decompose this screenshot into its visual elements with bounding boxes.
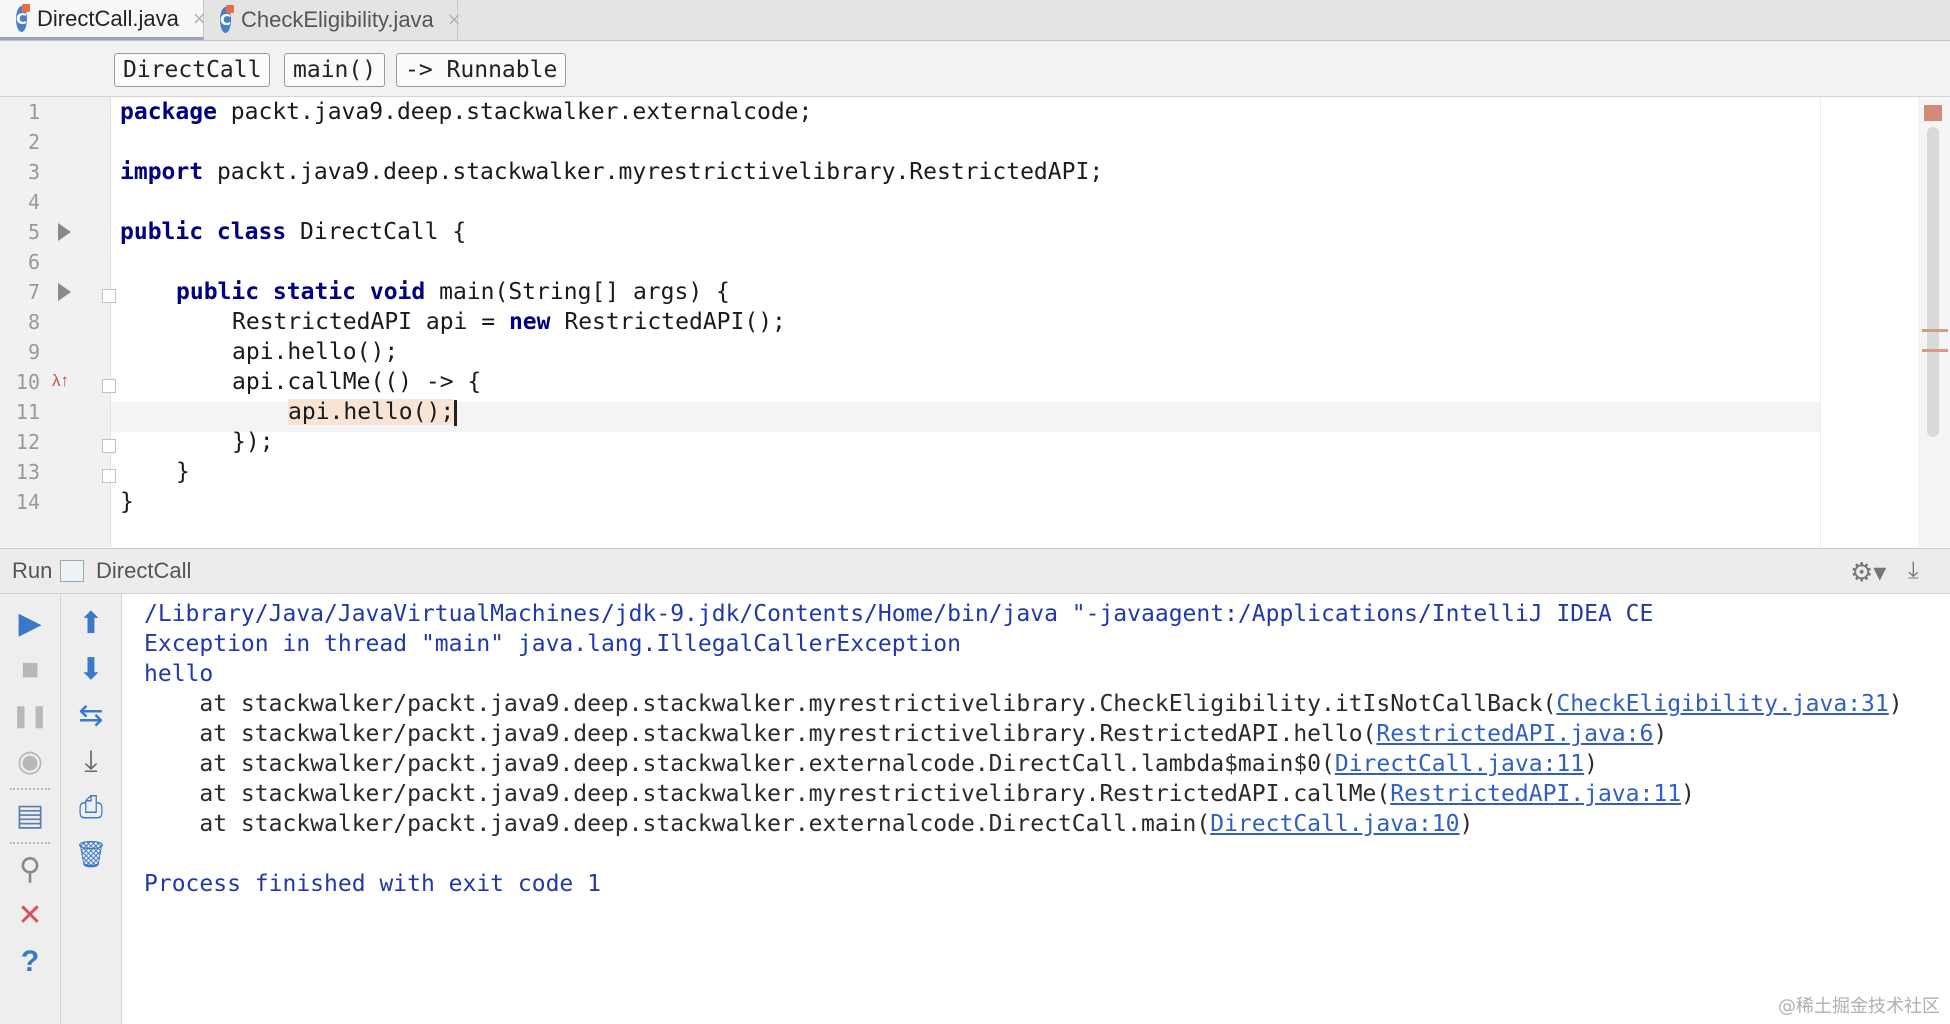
line-number: 4 [27, 190, 40, 214]
close-icon[interactable]: ✕ [0, 898, 60, 934]
line-number: 8 [27, 310, 40, 334]
code-line-12: }); [232, 429, 274, 455]
stack-frame: at stackwalker/packt.java9.deep.stackwal… [144, 751, 1598, 777]
stack-frame: at stackwalker/packt.java9.deep.stackwal… [144, 691, 1903, 717]
editor-scrollbar[interactable] [1927, 127, 1939, 437]
restore-layout-icon[interactable]: ▤ [0, 798, 60, 834]
source-link[interactable]: CheckEligibility.java:31 [1556, 691, 1888, 717]
console-command-line: /Library/Java/JavaVirtualMachines/jdk-9.… [144, 601, 1654, 627]
tab-label: CheckEligibility.java [241, 7, 434, 32]
run-main-icon[interactable] [58, 283, 71, 301]
source-link[interactable]: DirectCall.java:10 [1210, 811, 1459, 837]
run-config-icon [60, 560, 84, 582]
tab-checkeligibility[interactable]: C CheckEligibility.java × [204, 0, 461, 40]
line-number: 6 [27, 250, 40, 274]
line-number: 13 [15, 460, 40, 484]
code-line-10: api.callMe(() -> { [232, 369, 482, 395]
line-number: 11 [15, 400, 40, 424]
run-tool-window-header: Run DirectCall ⚙▾ ⤓ [0, 548, 1950, 594]
line-number: 9 [27, 340, 40, 364]
stack-frame: at stackwalker/packt.java9.deep.stackwal… [144, 721, 1668, 747]
toolbar-separator [10, 788, 50, 790]
text-caret [454, 399, 458, 426]
code-line-13: } [176, 459, 190, 485]
tab-directcall[interactable]: C DirectCall.java × [0, 0, 206, 40]
hide-panel-icon[interactable]: ⤓ [1908, 557, 1919, 585]
toolbar-separator [10, 842, 50, 844]
rerun-icon[interactable]: ▶ [0, 606, 60, 642]
editor-tab-bar: C DirectCall.java × C CheckEligibility.j… [0, 0, 1950, 41]
code-line-3: import packt.java9.deep.stackwalker.myre… [120, 159, 1104, 185]
console-output-line: hello [144, 661, 214, 687]
code-line-5: public class DirectCall { [120, 219, 467, 245]
fold-icon[interactable] [102, 469, 116, 483]
source-link[interactable]: DirectCall.java:11 [1335, 751, 1584, 777]
line-number: 3 [27, 160, 40, 184]
help-icon[interactable]: ? [0, 944, 60, 980]
code-line-14: } [120, 489, 134, 515]
run-config-tab[interactable]: DirectCall [96, 558, 191, 584]
pin-tab-icon[interactable]: ⚲ [0, 852, 60, 888]
print-icon[interactable]: ⎙ [61, 790, 121, 826]
scroll-to-end-icon[interactable]: ⤓ [61, 744, 121, 780]
code-line-1: package packt.java9.deep.stackwalker.ext… [120, 99, 813, 125]
right-margin-guide [1820, 97, 1821, 547]
line-number: 5 [27, 220, 40, 244]
code-line-9: api.hello(); [232, 339, 399, 365]
code-line-11: api.hello(); [288, 397, 458, 427]
error-stripe-mark[interactable] [1922, 329, 1948, 332]
line-number: 10 [15, 370, 40, 394]
close-tab-icon[interactable]: × [448, 7, 461, 33]
console-exception-line: Exception in thread "main" java.lang.Ill… [144, 631, 961, 657]
line-gutter: 1 2 3 4 5 6 7 8 9 10 11 12 13 14 λ↑ [0, 97, 116, 547]
fold-icon[interactable] [102, 289, 116, 303]
stack-frame: at stackwalker/packt.java9.deep.stackwal… [144, 781, 1695, 807]
source-link[interactable]: RestrictedAPI.java:6 [1376, 721, 1653, 747]
console-output[interactable]: /Library/Java/JavaVirtualMachines/jdk-9.… [122, 594, 1950, 1024]
fold-icon[interactable] [102, 379, 116, 393]
line-number: 14 [15, 490, 40, 514]
breadcrumb-lambda[interactable]: -> Runnable [396, 53, 567, 87]
java-class-icon: C [220, 5, 235, 33]
line-number: 2 [27, 130, 40, 154]
arrow-up-icon[interactable]: ⬆ [61, 606, 121, 642]
run-class-icon[interactable] [58, 223, 71, 241]
arrow-down-icon[interactable]: ⬇ [61, 652, 121, 688]
stop-icon[interactable]: ■ [0, 652, 60, 688]
dump-threads-icon[interactable]: ◉ [0, 744, 60, 780]
run-tool-title[interactable]: Run [12, 558, 52, 584]
soft-wrap-icon[interactable]: ⇆ [61, 698, 121, 734]
tab-label: DirectCall.java [37, 5, 179, 31]
code-line-8: RestrictedAPI api = new RestrictedAPI(); [232, 309, 786, 335]
code-area[interactable]: package packt.java9.deep.stackwalker.ext… [120, 97, 1950, 547]
breadcrumb: DirectCall main() -> Runnable [0, 41, 1950, 97]
gear-icon[interactable]: ⚙▾ [1850, 557, 1886, 588]
run-toolbar-secondary: ⬆ ⬇ ⇆ ⤓ ⎙ 🗑 [61, 594, 122, 1024]
lambda-icon: λ↑ [52, 371, 69, 390]
watermark: @稀土掘金技术社区 [1778, 996, 1940, 1017]
stack-frame: at stackwalker/packt.java9.deep.stackwal… [144, 811, 1474, 837]
error-stripe-mark[interactable] [1922, 349, 1948, 352]
source-link[interactable]: RestrictedAPI.java:11 [1390, 781, 1681, 807]
pause-icon[interactable]: ❚❚ [0, 698, 60, 734]
fold-icon[interactable] [102, 439, 116, 453]
breadcrumb-class[interactable]: DirectCall [114, 53, 271, 87]
error-indicator-icon[interactable] [1924, 105, 1942, 121]
run-toolbar-primary: ▶ ■ ❚❚ ◉ ▤ ⚲ ✕ ? [0, 594, 61, 1024]
line-number: 12 [15, 430, 40, 454]
process-finished-line: Process finished with exit code 1 [144, 871, 601, 897]
code-editor[interactable]: 1 2 3 4 5 6 7 8 9 10 11 12 13 14 λ↑ pack… [0, 97, 1950, 547]
trash-icon[interactable]: 🗑 [61, 836, 121, 872]
code-line-7: public static void main(String[] args) { [176, 279, 730, 305]
line-number: 7 [27, 280, 40, 304]
line-number: 1 [27, 100, 40, 124]
java-class-icon: C [16, 3, 31, 32]
breadcrumb-method[interactable]: main() [284, 53, 386, 87]
